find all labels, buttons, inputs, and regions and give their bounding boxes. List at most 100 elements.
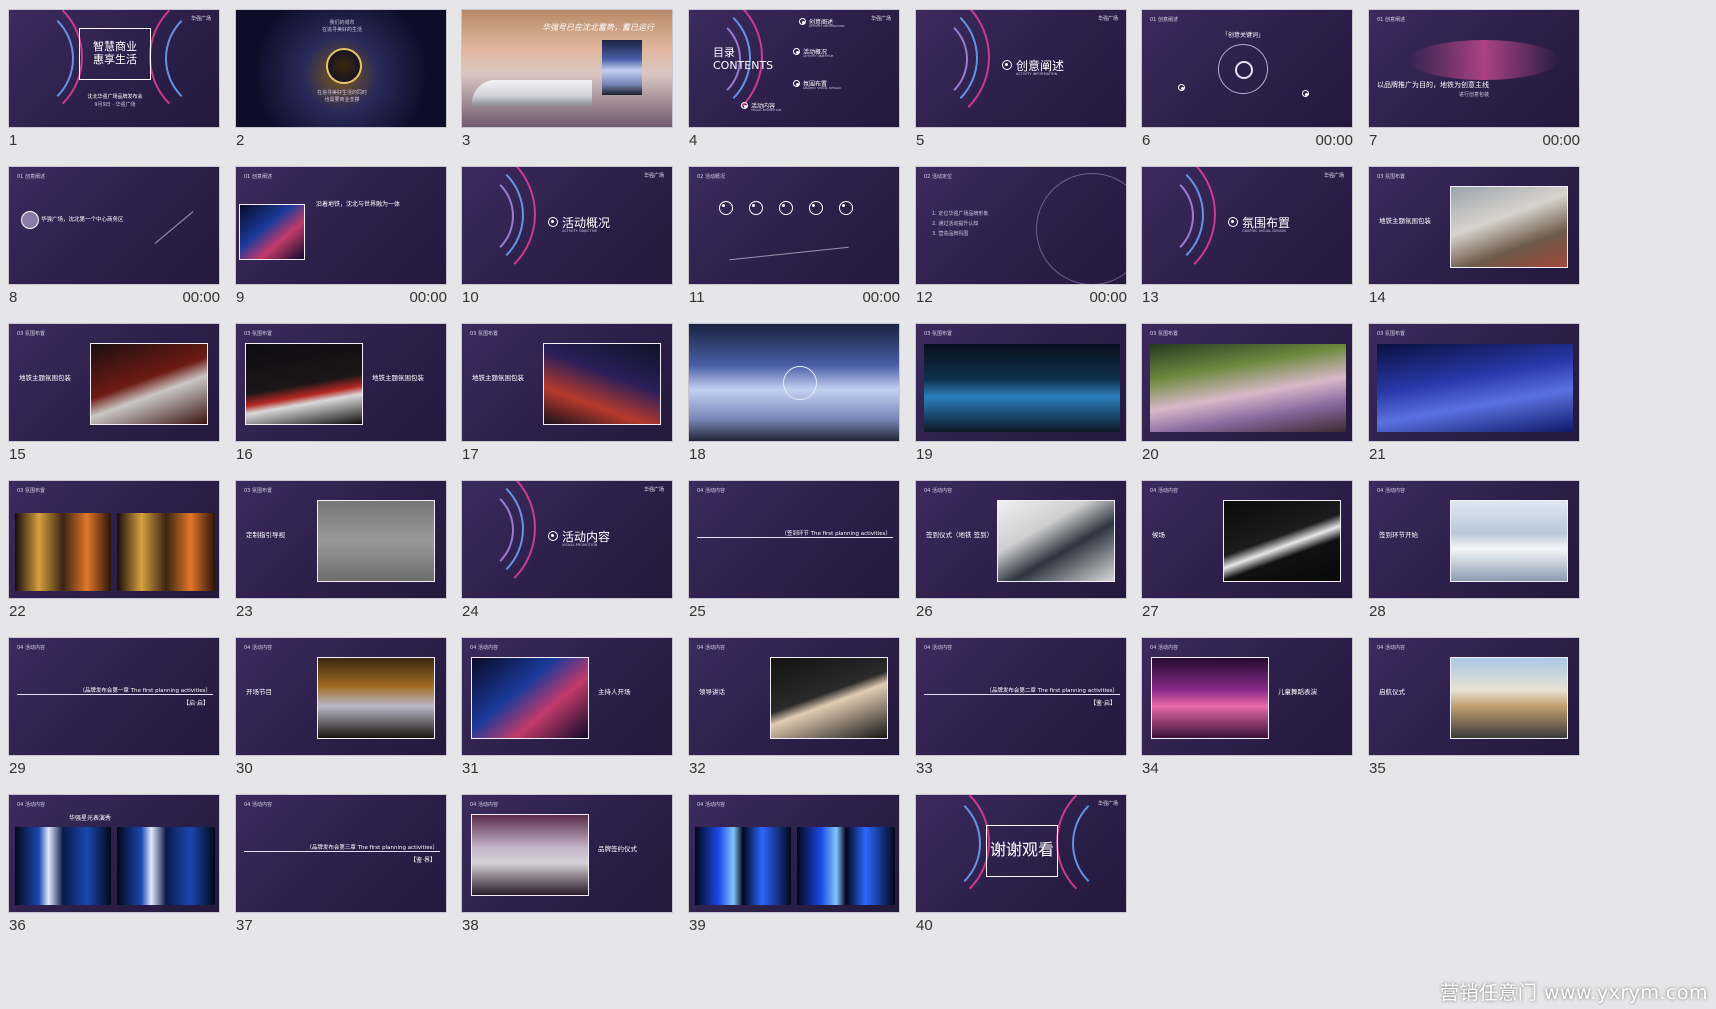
slide-thumbnail[interactable]: 华强广场 活动内容 VISUAL PROMOTION	[461, 480, 673, 599]
slide-number: 36	[9, 917, 26, 934]
slide-thumbnail-cell[interactable]: 03 氛围布置 18	[688, 323, 900, 473]
slide-header: 03 氛围布置	[17, 488, 45, 494]
slide-thumbnail-cell[interactable]: 04 活动内容 签到环节开始 28	[1368, 480, 1580, 630]
chapter-rule	[244, 851, 440, 852]
slide-thumbnail-cell[interactable]: 04 活动内容 儿童舞蹈表演 34	[1141, 637, 1353, 787]
slide-thumbnail-cell[interactable]: 华强广场 活动内容 VISUAL PROMOTION 24	[461, 480, 673, 630]
slide-thumbnail-cell[interactable]: 04 活动内容 候场 27	[1141, 480, 1353, 630]
slide-thumbnail[interactable]: 04 活动内容 开场节目	[235, 637, 447, 756]
slide-thumbnail-cell[interactable]: 华强号已在沈北蓄势，蓄已运行 3	[461, 9, 673, 159]
slide-thumbnail[interactable]: 03 氛围布置 地铁主题氛围包装	[8, 323, 220, 442]
slide-thumbnail-cell[interactable]: 04 活动内容 （品牌发布会第三章 The first planning acti…	[235, 794, 447, 944]
slide-thumbnail-cell[interactable]: 01 创意阐述 「创意关键词」 6 00:00	[1141, 9, 1353, 159]
slide-thumbnail[interactable]: 03 氛围布置	[915, 323, 1127, 442]
slide-thumbnail-cell[interactable]: 02 活动定位 1. 定位华强广场品牌形象 2. 通过活动提升认知 3. 营造品牌…	[915, 166, 1127, 316]
slide-thumbnail[interactable]: 04 活动内容 签到环节开始	[1368, 480, 1580, 599]
section-icon	[1228, 217, 1238, 227]
slide-thumbnail-cell[interactable]: 我们的城市 在追寻美好的生活 在追寻美好生活的同时 也需要商业支撑 2	[235, 9, 447, 159]
slide-title: 品牌签约仪式	[598, 845, 637, 853]
slide-thumbnail[interactable]: 03 氛围布置	[8, 480, 220, 599]
slide-thumbnail[interactable]: 04 活动内容 候场	[1141, 480, 1353, 599]
slide-thumbnail[interactable]: 02 活动定位 1. 定位华强广场品牌形象 2. 通过活动提升认知 3. 营造品牌…	[915, 166, 1127, 285]
slide-thumbnail[interactable]: 华强广场 目录 CONTENTS 创意阐述 ACTIVITY INFORMATION 活…	[688, 9, 900, 128]
slide-thumbnail[interactable]: 01 创意阐述 华强广场，沈北第一个中心商务区	[8, 166, 220, 285]
slide-thumbnail[interactable]: 04 活动内容 （品牌发布会第三章 The first planning acti…	[235, 794, 447, 913]
slide-thumbnail-cell[interactable]: 04 活动内容 39	[688, 794, 900, 944]
slide-thumbnail[interactable]: 03 氛围布置 定制指引导视	[235, 480, 447, 599]
slide-thumbnail[interactable]: 04 活动内容 儿童舞蹈表演	[1141, 637, 1353, 756]
slide-header: 04 活动内容	[470, 645, 498, 651]
slide-number: 35	[1369, 760, 1386, 777]
slide-thumbnail-cell[interactable]: 03 氛围布置 定制指引导视 23	[235, 480, 447, 630]
slide-thumbnail[interactable]: 03 氛围布置	[1368, 323, 1580, 442]
slide-thumbnail[interactable]: 04 活动内容 启航仪式	[1368, 637, 1580, 756]
slide-thumbnail-cell[interactable]: 04 活动内容 （品牌发布会第一章 The first planning acti…	[8, 637, 220, 787]
slide-thumbnail-cell[interactable]: 03 氛围布置 地铁主题氛围包装 15	[8, 323, 220, 473]
slide-header: 04 活动内容	[1377, 488, 1405, 494]
slide-thumbnail[interactable]: 04 活动内容	[688, 794, 900, 913]
slide-thumbnail-cell[interactable]: 华强广场 智慧商业 惠享生活 沈北华强广场品牌发布会 9月9日 · 华强广场 1	[8, 9, 220, 159]
slide-thumbnail[interactable]: 04 活动内容 签到仪式（地铁 签到）	[915, 480, 1127, 599]
slide-thumbnail[interactable]: 华强广场 活动概况 ACTIVITY OBJECTIVE	[461, 166, 673, 285]
slide-thumbnail-cell[interactable]: 03 氛围布置 19	[915, 323, 1127, 473]
slide-thumbnail[interactable]: 04 活动内容 领导讲话	[688, 637, 900, 756]
slide-thumbnail-cell[interactable]: 01 创意阐述 沿着地铁，沈北与世界融为一体 9 00:00	[235, 166, 447, 316]
slide-thumbnail[interactable]: 04 活动内容 （签到环节 The first planning activiti…	[688, 480, 900, 599]
slide-thumbnail-cell[interactable]: 华强广场 创意阐述 ACTIVITY INFORMATION 5	[915, 9, 1127, 159]
slide-number: 23	[236, 603, 253, 620]
slide-thumbnail[interactable]: 03 氛围布置 地铁主题氛围包装	[461, 323, 673, 442]
slide-thumbnail-cell[interactable]: 03 氛围布置 地铁主题氛围包装 17	[461, 323, 673, 473]
slide-thumbnail-cell[interactable]: 华强广场 活动概况 ACTIVITY OBJECTIVE 10	[461, 166, 673, 316]
slide-thumbnail[interactable]: 华强广场 创意阐述 ACTIVITY INFORMATION	[915, 9, 1127, 128]
slide-thumbnail-cell[interactable]: 华强广场 氛围布置 GRAPHIC VISUAL DESIGN 13	[1141, 166, 1353, 316]
slide-date: 9月9日 · 华强广场	[94, 102, 136, 108]
slide-thumbnail-cell[interactable]: 03 氛围布置 地铁主题氛围包装 14	[1368, 166, 1580, 316]
slide-thumbnail-cell[interactable]: 04 活动内容 签到仪式（地铁 签到） 26	[915, 480, 1127, 630]
slide-thumbnail-cell[interactable]: 04 活动内容 领导讲话 32	[688, 637, 900, 787]
slide-thumbnail[interactable]: 华强号已在沈北蓄势，蓄已运行	[461, 9, 673, 128]
slide-header: 04 活动内容	[697, 645, 725, 651]
slide-thumbnail[interactable]: 华强广场 智慧商业 惠享生活 沈北华强广场品牌发布会 9月9日 · 华强广场	[8, 9, 220, 128]
slide-thumbnail-cell[interactable]: 03 氛围布置 21	[1368, 323, 1580, 473]
slide-thumbnail-cell[interactable]: 04 活动内容 开场节目 30	[235, 637, 447, 787]
slide-thumbnail[interactable]: 03 氛围布置 地铁主题氛围包装	[235, 323, 447, 442]
slide-thumbnail-cell[interactable]: 04 活动内容 品牌签约仪式 38	[461, 794, 673, 944]
slide-thumbnail[interactable]: 华强广场 氛围布置 GRAPHIC VISUAL DESIGN	[1141, 166, 1353, 285]
slide-thumbnail[interactable]: 我们的城市 在追寻美好的生活 在追寻美好生活的同时 也需要商业支撑	[235, 9, 447, 128]
slide-thumbnail-cell[interactable]: 03 氛围布置 22	[8, 480, 220, 630]
slide-thumbnail[interactable]: 01 创意阐述 以品牌推广为目的，地铁为创意主线 进行创意包装	[1368, 9, 1580, 128]
slide-header: 04 活动内容	[1150, 645, 1178, 651]
clock-icon	[326, 48, 362, 84]
slide-thumbnail[interactable]: 01 创意阐述 沿着地铁，沈北与世界融为一体	[235, 166, 447, 285]
slide-thumbnail-cell[interactable]: 04 活动内容 华强星光表演秀 36	[8, 794, 220, 944]
slide-thumbnail-cell[interactable]: 01 创意阐述 华强广场，沈北第一个中心商务区 8 00:00	[8, 166, 220, 316]
slide-thumbnail[interactable]: 03 氛围布置	[688, 323, 900, 442]
slide-thumbnail-cell[interactable]: 01 创意阐述 以品牌推广为目的，地铁为创意主线 进行创意包装 7 00:00	[1368, 9, 1580, 159]
slide-number: 22	[9, 603, 26, 620]
slide-thumbnail-cell[interactable]: 华强广场 目录 CONTENTS 创意阐述 ACTIVITY INFORMATION 活…	[688, 9, 900, 159]
slide-thumbnail[interactable]: 03 氛围布置 地铁主题氛围包装	[1368, 166, 1580, 285]
slide-thumbnail[interactable]: 01 创意阐述 「创意关键词」	[1141, 9, 1353, 128]
slide-thumbnail-cell[interactable]: 04 活动内容 （品牌发布会第二章 The first planning acti…	[915, 637, 1127, 787]
slide-thumbnail-cell[interactable]: 04 活动内容 （签到环节 The first planning activiti…	[688, 480, 900, 630]
slide-thumbnail[interactable]: 03 氛围布置	[1141, 323, 1353, 442]
slide-thumbnail[interactable]: 04 活动内容 华强星光表演秀	[8, 794, 220, 913]
slide-thumbnail-cell[interactable]: 华强广场 谢谢观看 40	[915, 794, 1127, 944]
slide-thumbnail[interactable]: 02 活动概况	[688, 166, 900, 285]
slide-thumbnail-cell[interactable]: 04 活动内容 主持人开场 31	[461, 637, 673, 787]
slide-header: 04 活动内容	[1377, 645, 1405, 651]
slide-thumbnail[interactable]: 04 活动内容 （品牌发布会第二章 The first planning acti…	[915, 637, 1127, 756]
slide-title: 「创意关键词」	[1222, 32, 1265, 39]
slide-thumbnail-cell[interactable]: 03 氛围布置 地铁主题氛围包装 16	[235, 323, 447, 473]
slide-thumbnail[interactable]: 04 活动内容 品牌签约仪式	[461, 794, 673, 913]
slide-title: （签到环节 The first planning activities）	[781, 531, 891, 537]
slide-thumbnail[interactable]: 04 活动内容 （品牌发布会第一章 The first planning acti…	[8, 637, 220, 756]
slide-thumbnail[interactable]: 04 活动内容 主持人开场	[461, 637, 673, 756]
slide-thumbnail-cell[interactable]: 03 氛围布置 20	[1141, 323, 1353, 473]
slide-thumbnail-cell[interactable]: 02 活动概况 11 00:00	[688, 166, 900, 316]
deco-ring	[1036, 173, 1126, 284]
section-icon	[548, 531, 558, 541]
slide-thumbnail-cell[interactable]: 04 活动内容 启航仪式 35	[1368, 637, 1580, 787]
slide-header: 01 创意阐述	[1377, 17, 1405, 23]
slide-thumbnail[interactable]: 华强广场 谢谢观看	[915, 794, 1127, 913]
